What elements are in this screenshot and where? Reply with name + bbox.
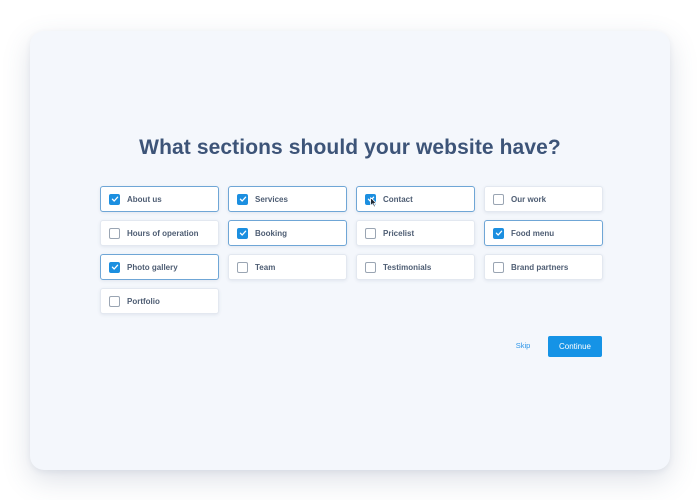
continue-button[interactable]: Continue — [548, 336, 602, 357]
option-label: Pricelist — [383, 228, 415, 238]
check-icon — [495, 230, 502, 236]
check-icon — [111, 264, 118, 270]
checkbox[interactable] — [493, 193, 504, 205]
checkbox[interactable] — [109, 227, 120, 239]
check-icon — [239, 196, 246, 202]
option-label: Portfolio — [127, 296, 160, 306]
option-portfolio[interactable]: Portfolio — [100, 288, 219, 314]
checkbox[interactable] — [493, 261, 504, 273]
check-icon — [239, 230, 246, 236]
checkbox[interactable] — [365, 193, 376, 205]
checkbox[interactable] — [365, 227, 376, 239]
option-label: Food menu — [511, 228, 555, 238]
option-services[interactable]: Services — [228, 186, 347, 212]
skip-link[interactable]: Skip — [509, 341, 537, 353]
checkbox[interactable] — [109, 193, 120, 205]
option-contact[interactable]: Contact — [356, 186, 475, 212]
option-label: Our work — [511, 194, 547, 204]
checkbox[interactable] — [365, 261, 376, 273]
check-icon — [367, 196, 374, 202]
checkbox[interactable] — [109, 261, 120, 273]
option-booking[interactable]: Booking — [228, 220, 347, 246]
option-label: Testimonials — [383, 262, 432, 272]
option-about-us[interactable]: About us — [100, 186, 219, 212]
checkbox[interactable] — [237, 261, 248, 273]
option-label: Team — [255, 262, 276, 272]
option-brand-partners[interactable]: Brand partners — [484, 254, 603, 280]
option-photo-gallery[interactable]: Photo gallery — [100, 254, 219, 280]
check-icon — [111, 196, 118, 202]
option-food-menu[interactable]: Food menu — [484, 220, 603, 246]
option-testimonials[interactable]: Testimonials — [356, 254, 475, 280]
option-label: Services — [255, 194, 288, 204]
option-label: About us — [127, 194, 162, 204]
option-our-work[interactable]: Our work — [484, 186, 603, 212]
option-label: Booking — [255, 228, 287, 238]
option-label: Brand partners — [511, 262, 569, 272]
checkbox[interactable] — [109, 295, 120, 307]
option-label: Hours of operation — [127, 228, 199, 238]
option-hours-of-operation[interactable]: Hours of operation — [100, 220, 219, 246]
option-team[interactable]: Team — [228, 254, 347, 280]
onboarding-panel — [30, 31, 670, 470]
option-label: Contact — [383, 194, 413, 204]
checkbox[interactable] — [237, 193, 248, 205]
option-label: Photo gallery — [127, 262, 178, 272]
option-pricelist[interactable]: Pricelist — [356, 220, 475, 246]
checkbox[interactable] — [237, 227, 248, 239]
checkbox[interactable] — [493, 227, 504, 239]
page-title: What sections should your website have? — [139, 136, 561, 159]
